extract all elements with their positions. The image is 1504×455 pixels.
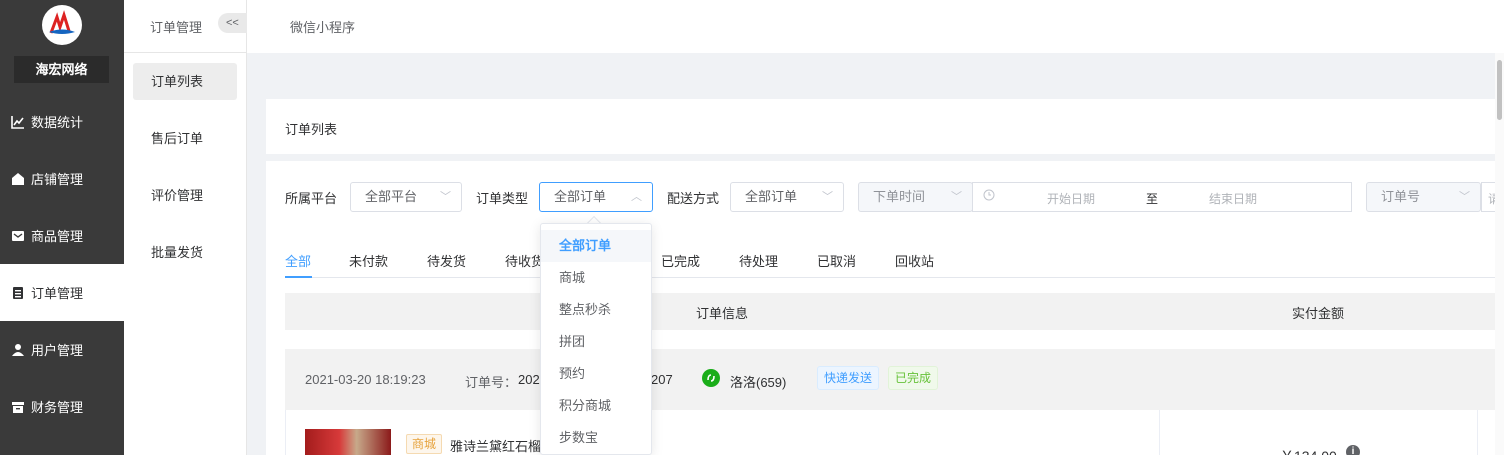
wechat-mini-program-icon (702, 369, 720, 387)
chevron-up-icon: ︿ (631, 191, 642, 203)
order-no-label: 订单号： (465, 375, 518, 390)
subnav-item-reviews[interactable]: 评价管理 (133, 177, 237, 214)
platform-select[interactable]: 全部平台 ﹀ (350, 182, 462, 212)
filter-type-label: 订单类型 (476, 191, 529, 206)
top-header: 微信小程序 (247, 0, 1504, 53)
order-icon (11, 286, 25, 300)
sidebar-item-label: 店铺管理 (31, 172, 84, 187)
subnav-item-after-sales[interactable]: 售后订单 (133, 120, 237, 157)
dropdown-option-all[interactable]: 全部订单 (541, 230, 651, 262)
sidebar-item-label: 订单管理 (31, 286, 84, 301)
active-tab-indicator (285, 276, 312, 278)
dropdown-option-flash-sale[interactable]: 整点秒杀 (541, 294, 651, 326)
chevron-down-icon: ﹀ (1459, 191, 1470, 203)
col-order-info: 订单信息 (696, 306, 749, 321)
search-type-select[interactable]: 订单号 ﹀ (1366, 182, 1481, 212)
sidebar-item-label: 用户管理 (31, 343, 84, 358)
order-user[interactable]: 洛洛(659) (730, 372, 786, 391)
product-thumbnail (305, 429, 391, 455)
status-badge: 已完成 (888, 366, 939, 390)
platform-select-value: 全部平台 (365, 189, 418, 204)
col-paid-amount: 实付金额 (1292, 306, 1345, 321)
date-range-picker[interactable]: 开始日期 至 结束日期 (972, 182, 1352, 212)
sidebar-item-label: 财务管理 (31, 400, 84, 415)
sidebar-item-label: 数据统计 (31, 115, 84, 130)
end-date-input[interactable]: 结束日期 (1209, 190, 1257, 207)
brand-logo (42, 5, 82, 45)
order-type-select-value: 全部订单 (554, 189, 607, 204)
tab-to-ship[interactable]: 待发货 (427, 251, 466, 270)
time-type-select-value: 下单时间 (873, 189, 926, 204)
tab-to-receive[interactable]: 待收货 (505, 251, 544, 270)
scrollbar-thumb[interactable] (1497, 60, 1502, 120)
main-content: 订单列表 所属平台 全部平台 ﹀ 订单类型 全部订单 ︿ 配送方式 全部订单 ﹀… (247, 53, 1504, 455)
goods-icon (11, 229, 25, 243)
column-divider (1477, 410, 1478, 455)
sidebar-item-users[interactable]: 用户管理 (0, 321, 124, 378)
sidebar-item-goods[interactable]: 商品管理 (0, 207, 124, 264)
sidebar-item-store[interactable]: 店铺管理 (0, 150, 124, 207)
order-type-dropdown: 全部订单 商城 整点秒杀 拼团 预约 积分商城 步数宝 (540, 223, 652, 455)
chevron-down-icon: ﹀ (440, 191, 451, 203)
sidebar-item-finance[interactable]: 财务管理 (0, 378, 124, 435)
chevron-down-icon: ﹀ (951, 191, 962, 203)
dropdown-option-points-mall[interactable]: 积分商城 (541, 390, 651, 422)
delivery-select[interactable]: 全部订单 ﹀ (730, 182, 844, 212)
store-icon (11, 172, 25, 186)
table-row: 商城 雅诗兰黛红石榴 ￥134.00 i (285, 410, 1504, 455)
sub-sidebar: 订单管理 << 订单列表 售后订单 评价管理 批量发货 (124, 0, 248, 455)
platform-tab-wechat[interactable]: 微信小程序 (290, 17, 355, 36)
main-sidebar: 海宏网络 数据统计 店铺管理 商品管理 订单管理 用户管理 财务管理 (0, 0, 124, 455)
collapse-button[interactable]: << (218, 13, 248, 33)
sub-sidebar-header: 订单管理 << (124, 0, 248, 53)
time-type-select[interactable]: 下单时间 ﹀ (858, 182, 973, 212)
paid-amount: ￥134.00 (1280, 446, 1337, 455)
tab-completed[interactable]: 已完成 (661, 251, 700, 270)
tab-all[interactable]: 全部 (285, 251, 311, 270)
user-icon (11, 343, 25, 357)
order-time: 2021-03-20 18:19:23 (305, 372, 426, 387)
product-source-tag: 商城 (406, 434, 443, 454)
column-divider (1159, 410, 1160, 455)
tabs-divider (285, 277, 1504, 278)
wallet-icon (11, 400, 25, 414)
dropdown-option-reservation[interactable]: 预约 (541, 358, 651, 390)
panel-header: 订单列表 (266, 99, 1504, 154)
subnav-item-order-list[interactable]: 订单列表 (133, 63, 237, 100)
order-no-suffix: 207 (651, 372, 673, 387)
tab-cancelled[interactable]: 已取消 (817, 251, 856, 270)
filter-platform-label: 所属平台 (285, 191, 338, 206)
info-icon[interactable]: i (1346, 445, 1360, 455)
chart-line-icon (11, 115, 25, 129)
subnav-item-batch-ship[interactable]: 批量发货 (133, 234, 237, 271)
date-range-separator: 至 (1146, 192, 1159, 206)
order-type-select[interactable]: 全部订单 ︿ (539, 182, 653, 212)
tab-pending[interactable]: 待处理 (739, 251, 778, 270)
order-no-prefix: 202 (518, 372, 540, 387)
sidebar-item-label: 商品管理 (31, 229, 84, 244)
start-date-input[interactable]: 开始日期 (1047, 190, 1095, 207)
chevron-down-icon: ﹀ (822, 191, 833, 203)
product-name[interactable]: 雅诗兰黛红石榴 (450, 436, 541, 455)
table-header: 订单信息 实付金额 (285, 293, 1504, 330)
tab-recycle-bin[interactable]: 回收站 (895, 251, 934, 270)
sidebar-item-orders[interactable]: 订单管理 (0, 264, 124, 321)
delivery-tag: 快递发送 (817, 366, 880, 390)
clock-icon (983, 189, 995, 204)
search-type-select-value: 订单号 (1381, 189, 1421, 204)
order-card-header: 2021-03-20 18:19:23 订单号： 202 207 洛洛(659)… (285, 349, 1504, 410)
tab-unpaid[interactable]: 未付款 (349, 251, 388, 270)
sub-sidebar-title: 订单管理 (150, 20, 203, 35)
dropdown-option-step-treasure[interactable]: 步数宝 (541, 422, 651, 454)
brand-name: 海宏网络 (14, 56, 109, 83)
dropdown-option-group-buy[interactable]: 拼团 (541, 326, 651, 358)
delivery-select-value: 全部订单 (745, 189, 798, 204)
filter-delivery-label: 配送方式 (667, 191, 720, 206)
dropdown-option-mall[interactable]: 商城 (541, 262, 651, 294)
panel-title: 订单列表 (285, 122, 338, 137)
sidebar-item-stats[interactable]: 数据统计 (0, 93, 124, 150)
